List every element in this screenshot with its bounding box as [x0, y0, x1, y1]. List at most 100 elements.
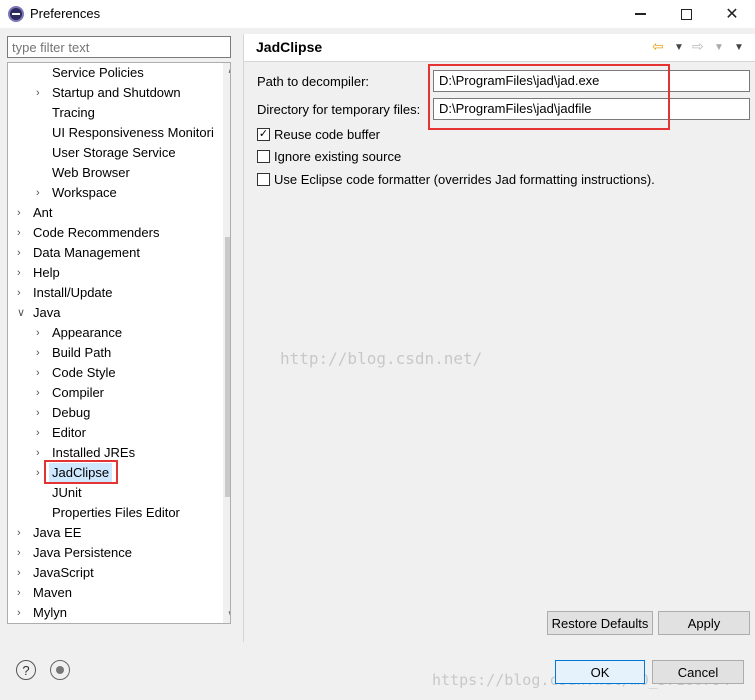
tree-highlight-box	[44, 460, 118, 484]
tree-item-label: Java Persistence	[33, 545, 132, 560]
checkbox-checked-icon[interactable]: ✓	[257, 127, 270, 141]
page-header: JadClipse ⇦ ▼ ⇨ ▼ ▼	[244, 34, 755, 62]
chevron-right-icon[interactable]: ›	[17, 563, 27, 583]
record-dot	[56, 666, 64, 674]
chevron-right-icon[interactable]: ›	[17, 203, 27, 223]
forward-dropdown-icon[interactable]: ▼	[714, 42, 724, 53]
ok-button[interactable]: OK	[555, 660, 645, 684]
back-dropdown-icon[interactable]: ▼	[674, 42, 684, 53]
chevron-right-icon[interactable]: ›	[17, 243, 27, 263]
minimize-button[interactable]	[617, 0, 663, 28]
tree-item-label: Java EE	[33, 525, 82, 540]
tree-item[interactable]: › Build Path	[8, 343, 223, 363]
ignore-source-checkbox[interactable]: Ignore existing source	[257, 147, 401, 165]
chevron-right-icon[interactable]: ›	[17, 223, 27, 243]
eclipse-formatter-checkbox[interactable]: Use Eclipse code formatter (overrides Ja…	[257, 170, 655, 188]
directory-label: Directory for temporary files:	[257, 102, 421, 117]
close-button[interactable]: ✕	[709, 0, 755, 28]
window-title: Preferences	[30, 6, 101, 21]
vertical-scrollbar[interactable]: ∧ ∨	[223, 63, 230, 623]
tree-item[interactable]: › Data Management	[8, 243, 223, 263]
tree-item-label: Help	[33, 265, 60, 280]
back-arrow-icon[interactable]: ⇦	[652, 38, 664, 55]
chevron-right-icon[interactable]: ›	[36, 403, 46, 423]
tree-item-label: Debug	[52, 405, 91, 420]
tree-item[interactable]: › Editor	[8, 423, 223, 443]
cancel-button[interactable]: Cancel	[652, 660, 744, 684]
tree-item[interactable]: › Startup and Shutdown	[8, 83, 223, 103]
tree-item-label: Tracing	[52, 105, 95, 120]
tree-item[interactable]: Web Browser	[8, 163, 223, 183]
tree-item[interactable]: › Compiler	[8, 383, 223, 403]
chevron-right-icon[interactable]: ›	[36, 363, 46, 383]
tree-item-label: Maven	[33, 585, 73, 600]
tree-item[interactable]: › Help	[8, 263, 223, 283]
tree-item[interactable]: › Ant	[8, 203, 223, 223]
tree-item-label: Java	[33, 305, 61, 320]
maximize-button[interactable]	[663, 0, 709, 28]
path-label: Path to decompiler:	[257, 74, 370, 89]
tree-item[interactable]: › Workspace	[8, 183, 223, 203]
chevron-right-icon[interactable]: ›	[36, 83, 46, 103]
tree-item[interactable]: › JavaScript	[8, 563, 223, 583]
checkbox-icon[interactable]	[257, 149, 270, 163]
tree-item[interactable]: › Java EE	[8, 523, 223, 543]
ignore-source-label: Ignore existing source	[274, 148, 402, 164]
tree-item-label: Build Path	[52, 345, 112, 360]
chevron-down-icon[interactable]: ∨	[17, 303, 27, 323]
forward-arrow-icon[interactable]: ⇨	[692, 38, 704, 55]
tree-item[interactable]: JUnit	[8, 483, 223, 503]
record-icon[interactable]	[50, 660, 70, 680]
tree-item[interactable]: › Java Persistence	[8, 543, 223, 563]
chevron-right-icon[interactable]: ›	[17, 543, 27, 563]
chevron-right-icon[interactable]: ›	[36, 183, 46, 203]
reuse-buffer-checkbox[interactable]: ✓ Reuse code buffer	[257, 125, 380, 143]
tree-item[interactable]: › Appearance	[8, 323, 223, 343]
chevron-right-icon[interactable]: ›	[17, 263, 27, 283]
tree-item-label: Ant	[33, 205, 53, 220]
tree-item[interactable]: › Mylyn	[8, 603, 223, 623]
chevron-right-icon[interactable]: ›	[17, 583, 27, 603]
tree-item-label: Editor	[52, 425, 86, 440]
tree-item[interactable]: › Maven	[8, 583, 223, 603]
chevron-right-icon[interactable]: ›	[36, 383, 46, 403]
vertical-scroll-thumb[interactable]	[225, 237, 230, 497]
tree-item[interactable]: › Install/Update	[8, 283, 223, 303]
tree-item-label: Code Style	[52, 365, 116, 380]
preferences-tree[interactable]: Service Policies › Startup and Shutdown Tra…	[7, 62, 231, 624]
eclipse-formatter-label: Use Eclipse code formatter (overrides Ja…	[274, 171, 655, 187]
chevron-right-icon[interactable]: ›	[17, 523, 27, 543]
tree-item-label: Service Policies	[52, 65, 144, 80]
page-title: JadClipse	[256, 39, 323, 55]
scroll-down-icon[interactable]: ∨	[225, 609, 230, 620]
chevron-right-icon[interactable]: ›	[17, 283, 27, 303]
eclipse-icon	[8, 6, 24, 22]
tree-item[interactable]: › Code Style	[8, 363, 223, 383]
tree-item[interactable]: Properties Files Editor	[8, 503, 223, 523]
tree-item-label: Web Browser	[52, 165, 130, 180]
view-menu-icon[interactable]: ▼	[734, 42, 744, 53]
tree-item[interactable]: Tracing	[8, 103, 223, 123]
tree-item[interactable]: UI Responsiveness Monitori	[8, 123, 223, 143]
tree-item-label: Workspace	[52, 185, 117, 200]
tree-item[interactable]: › Debug	[8, 403, 223, 423]
checkbox-icon[interactable]	[257, 172, 270, 186]
tree-item[interactable]: › Code Recommenders	[8, 223, 223, 243]
restore-defaults-button[interactable]: Restore Defaults	[547, 611, 653, 635]
apply-button[interactable]: Apply	[658, 611, 750, 635]
chevron-right-icon[interactable]: ›	[36, 343, 46, 363]
filter-input[interactable]	[7, 36, 231, 58]
watermark-text: http://blog.csdn.net/	[280, 349, 483, 368]
title-bar: Preferences ✕	[0, 0, 755, 28]
tree-item[interactable]: Service Policies	[8, 63, 223, 83]
chevron-right-icon[interactable]: ›	[36, 323, 46, 343]
scroll-up-icon[interactable]: ∧	[225, 65, 230, 76]
chevron-right-icon[interactable]: ›	[17, 603, 27, 623]
tree-item-label: Data Management	[33, 245, 140, 260]
tree-item[interactable]: ∨ Java	[8, 303, 223, 323]
help-icon[interactable]: ?	[16, 660, 36, 680]
tree-item-label: Install/Update	[33, 285, 113, 300]
chevron-right-icon[interactable]: ›	[36, 423, 46, 443]
tree-item-label: Properties Files Editor	[52, 505, 180, 520]
tree-item[interactable]: User Storage Service	[8, 143, 223, 163]
